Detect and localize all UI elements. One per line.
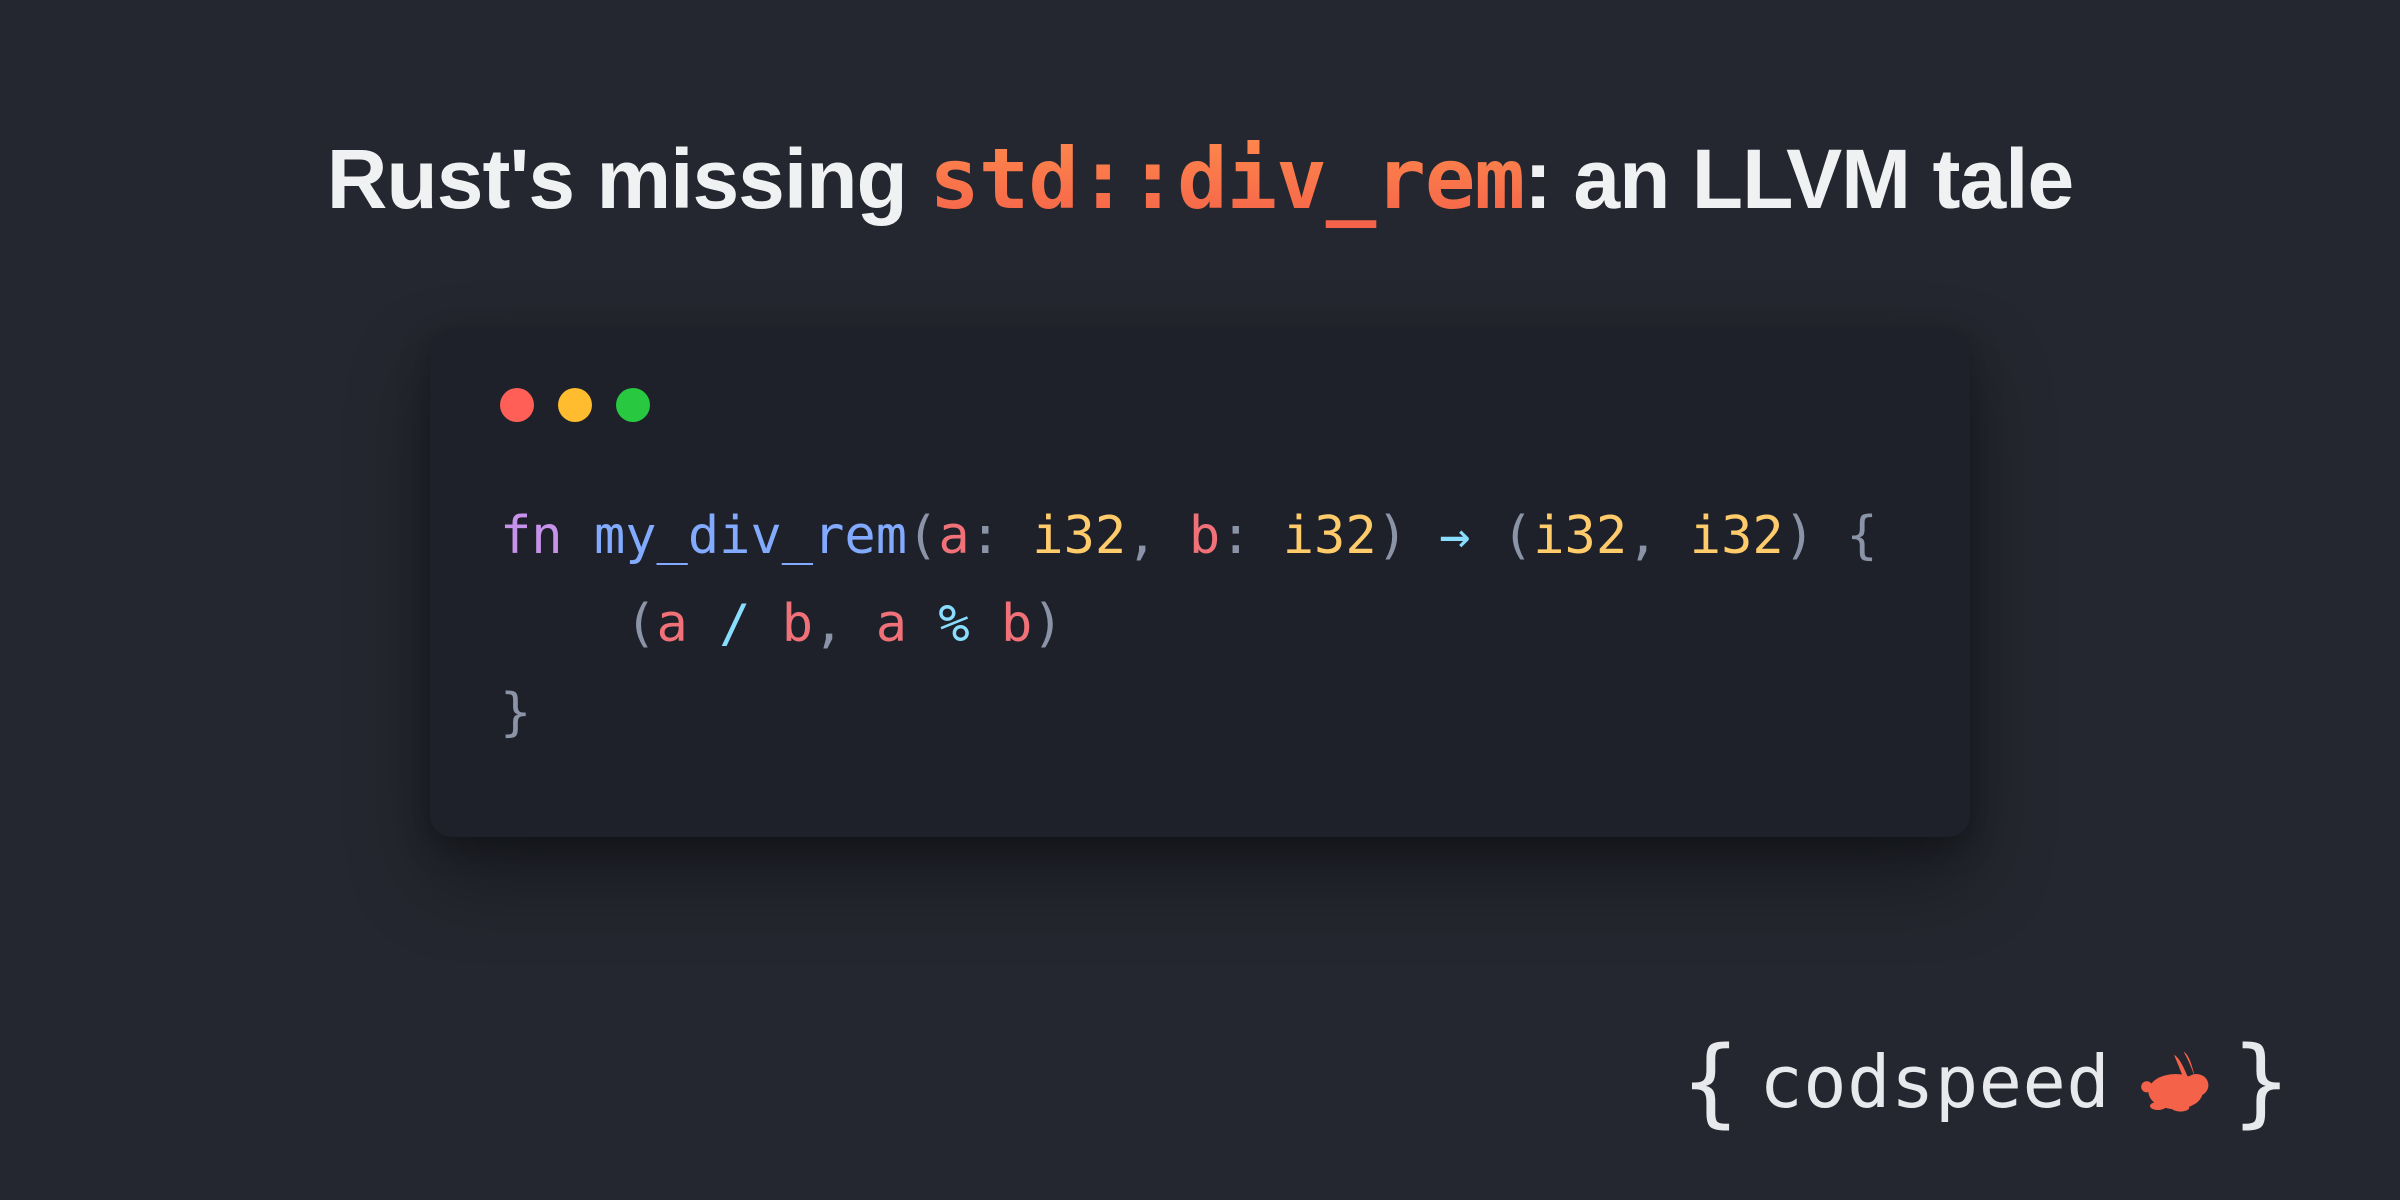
brand-logo: { codspeed } [1682,1034,2290,1130]
code-op-div: / [719,594,750,654]
brand-name: codspeed [1759,1040,2110,1124]
code-op-mod: % [938,594,969,654]
code-type-i32: i32 [1533,506,1627,566]
code-param-a: a [938,506,969,566]
brand-rbrace: } [2232,1034,2290,1130]
code-keyword-fn: fn [500,506,563,566]
rabbit-icon [2134,1050,2214,1114]
code-type-i32: i32 [1283,506,1377,566]
code-fn-name: my_div_rem [594,506,907,566]
code-arrow-icon: → [1439,506,1470,566]
page-title: Rust's missing std::div_rem: an LLVM tal… [327,130,2073,228]
traffic-green-icon [616,388,650,422]
title-pre: Rust's missing [327,132,929,226]
brand-lbrace: { [1682,1034,1740,1130]
code-content: fn my_div_rem(a: i32, b: i32) → (i32, i3… [500,492,1900,757]
code-type-i32: i32 [1032,506,1126,566]
traffic-yellow-icon [558,388,592,422]
code-param-b: b [1189,506,1220,566]
title-post: : an LLVM tale [1524,132,2073,226]
traffic-red-icon [500,388,534,422]
window-traffic-lights [500,388,1900,422]
title-code: std::div_rem [929,130,1524,228]
code-window: fn my_div_rem(a: i32, b: i32) → (i32, i3… [430,328,1970,837]
code-type-i32: i32 [1690,506,1784,566]
